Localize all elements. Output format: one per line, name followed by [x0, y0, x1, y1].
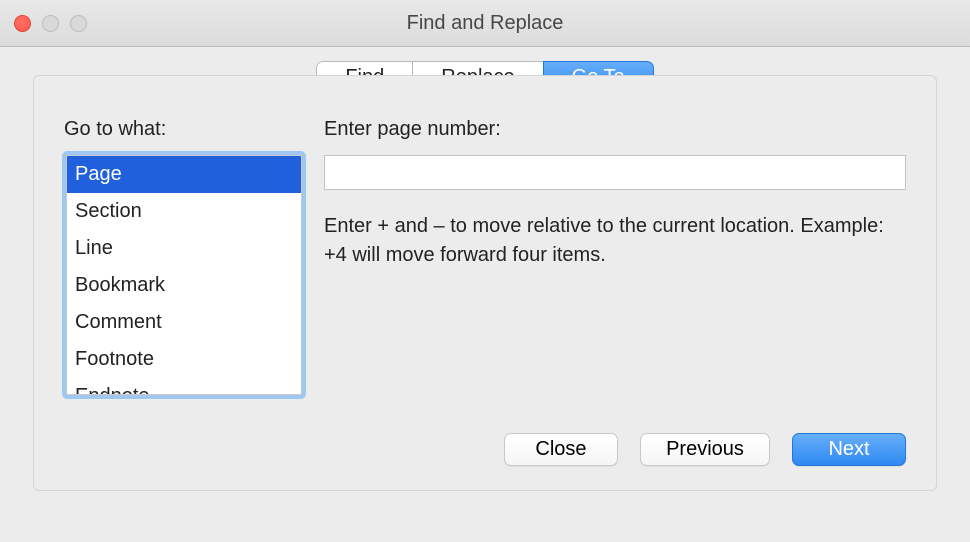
goto-what-listbox[interactable]: Page Section Line Bookmark Comment Footn…	[66, 155, 302, 395]
close-button[interactable]: Close	[504, 433, 618, 466]
dialog-content: Find Replace Go To Go to what: Page Sect…	[0, 47, 970, 542]
zoom-window-icon	[70, 15, 87, 32]
titlebar: Find and Replace	[0, 0, 970, 47]
list-item[interactable]: Page	[67, 156, 301, 193]
next-button[interactable]: Next	[792, 433, 906, 466]
dialog-window: Find and Replace Find Replace Go To Go t…	[0, 0, 970, 542]
traffic-lights	[0, 15, 87, 32]
goto-what-label: Go to what:	[64, 118, 304, 141]
goto-what-column: Go to what: Page Section Line Bookmark C…	[64, 118, 304, 395]
enter-value-label: Enter page number:	[324, 118, 906, 141]
list-item[interactable]: Footnote	[67, 341, 301, 378]
page-number-input[interactable]	[324, 155, 906, 190]
list-item[interactable]: Line	[67, 230, 301, 267]
panel-columns: Go to what: Page Section Line Bookmark C…	[64, 118, 906, 395]
hint-text: Enter + and – to move relative to the cu…	[324, 212, 906, 270]
list-item[interactable]: Bookmark	[67, 267, 301, 304]
list-item[interactable]: Section	[67, 193, 301, 230]
button-row: Close Previous Next	[504, 433, 906, 466]
previous-button[interactable]: Previous	[640, 433, 770, 466]
close-window-icon[interactable]	[14, 15, 31, 32]
list-item[interactable]: Comment	[67, 304, 301, 341]
minimize-window-icon	[42, 15, 59, 32]
enter-value-column: Enter page number: Enter + and – to move…	[324, 118, 906, 395]
list-item[interactable]: Endnote	[67, 378, 301, 395]
window-title: Find and Replace	[407, 12, 564, 35]
goto-panel: Go to what: Page Section Line Bookmark C…	[33, 75, 937, 491]
